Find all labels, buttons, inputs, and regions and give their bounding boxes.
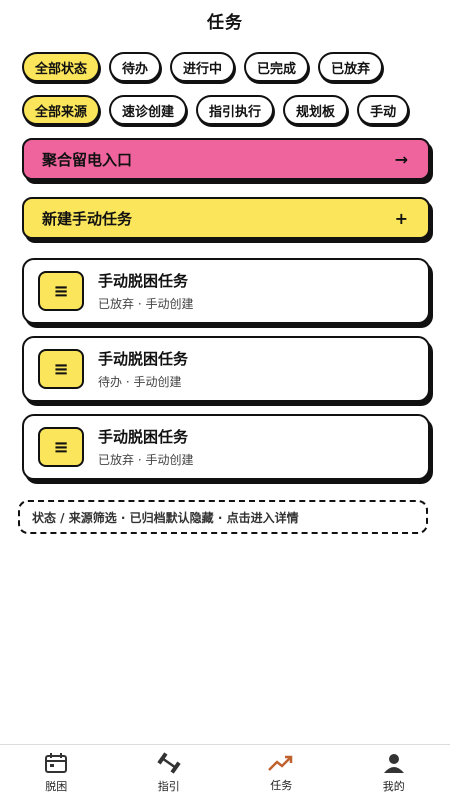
filter-status-in-progress[interactable]: 进行中	[170, 52, 236, 82]
filter-source-quick-diagnosis[interactable]: 速诊创建	[109, 95, 188, 125]
filter-hint: 状态 / 来源筛选 · 已归档默认隐藏 · 点击进入详情	[18, 500, 428, 534]
new-task-button[interactable]: 新建手动任务 +	[22, 197, 430, 239]
list-icon: ≡	[38, 271, 84, 311]
voicemail-entry-button[interactable]: 聚合留电入口 →	[22, 138, 430, 180]
plus-icon: +	[394, 208, 408, 228]
task-title: 手动脱困任务	[98, 350, 189, 368]
tab-profile[interactable]: 我的	[338, 745, 450, 800]
filter-status-abandoned[interactable]: 已放弃	[318, 52, 384, 82]
task-title: 手动脱困任务	[98, 272, 189, 290]
task-meta: 已放弃 · 手动创建	[98, 297, 194, 311]
bottom-tab-bar: 脱困 指引 任务 我的	[0, 744, 450, 800]
dumbbell-icon	[157, 751, 181, 774]
source-filter-row: 全部来源 速诊创建 指引执行 规划板 手动	[22, 95, 410, 125]
tab-label: 任务	[270, 778, 293, 792]
person-icon	[383, 753, 404, 773]
tab-guide[interactable]: 指引	[113, 745, 226, 800]
filter-source-all[interactable]: 全部来源	[22, 95, 101, 125]
trend-up-icon	[268, 755, 293, 771]
task-meta: 待办 · 手动创建	[98, 375, 182, 389]
tab-tasks[interactable]: 任务	[225, 745, 338, 800]
filter-status-todo[interactable]: 待办	[109, 52, 162, 82]
filter-source-guide[interactable]: 指引执行	[196, 95, 275, 125]
tab-escape[interactable]: 脱困	[0, 745, 113, 800]
calendar-icon	[45, 752, 68, 773]
filter-source-manual[interactable]: 手动	[357, 95, 410, 125]
status-filter-row: 全部状态 待办 进行中 已完成 已放弃	[22, 52, 384, 82]
list-icon: ≡	[38, 427, 84, 467]
task-card[interactable]: ≡ 手动脱困任务 已放弃 · 手动创建	[22, 414, 430, 480]
task-meta: 已放弃 · 手动创建	[98, 453, 194, 467]
filter-source-planning-board[interactable]: 规划板	[283, 95, 349, 125]
tab-label: 脱困	[45, 779, 68, 793]
task-card[interactable]: ≡ 手动脱困任务 已放弃 · 手动创建	[22, 258, 430, 324]
filter-status-done[interactable]: 已完成	[244, 52, 310, 82]
task-card[interactable]: ≡ 手动脱困任务 待办 · 手动创建	[22, 336, 430, 402]
list-icon: ≡	[38, 349, 84, 389]
task-title: 手动脱困任务	[98, 428, 189, 446]
arrow-right-icon: →	[394, 149, 408, 169]
tab-label: 指引	[157, 779, 180, 793]
new-task-label: 新建手动任务	[42, 209, 133, 228]
filter-status-all[interactable]: 全部状态	[22, 52, 101, 82]
voicemail-entry-label: 聚合留电入口	[42, 150, 133, 169]
tab-label: 我的	[382, 779, 405, 793]
page-title: 任务	[207, 13, 243, 33]
